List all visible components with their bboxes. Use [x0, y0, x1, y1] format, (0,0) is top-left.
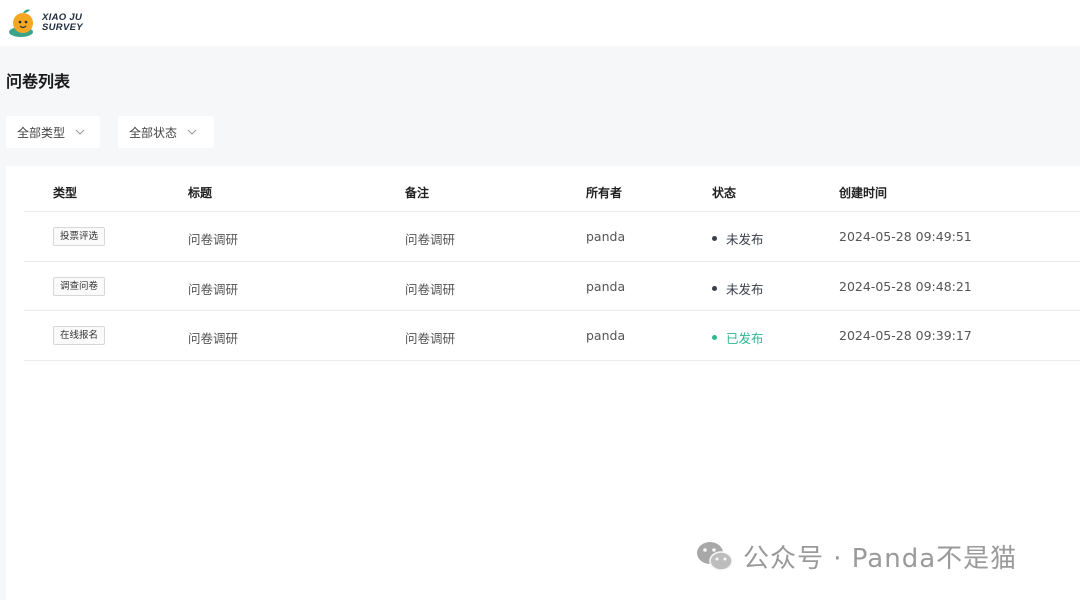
- survey-title: 问卷调研: [188, 282, 239, 297]
- survey-type-tag: 在线报名: [53, 326, 106, 345]
- type-filter-label: 全部类型: [17, 125, 66, 140]
- survey-owner: panda: [586, 229, 626, 244]
- status-dot: [712, 236, 717, 241]
- column-header-title: 标题: [188, 186, 213, 200]
- created-time: 2024-05-28 09:49:51: [839, 229, 972, 244]
- top-header: XIAO JU SURVEY: [0, 0, 1080, 46]
- wechat-icon: [697, 541, 733, 571]
- survey-title: 问卷调研: [188, 232, 239, 247]
- status-text: 已发布: [726, 331, 764, 346]
- survey-owner: panda: [586, 328, 626, 343]
- brand-logo[interactable]: XIAO JU SURVEY: [6, 6, 83, 40]
- survey-remark: 问卷调研: [405, 331, 456, 346]
- survey-owner: panda: [586, 279, 626, 294]
- chevron-down-icon: [187, 129, 197, 135]
- column-header-status: 状态: [712, 186, 737, 200]
- status-badge: 已发布: [712, 328, 764, 347]
- status-filter-label: 全部状态: [129, 125, 178, 140]
- page-title: 问卷列表: [6, 72, 71, 91]
- chevron-down-icon: [75, 129, 85, 135]
- column-header-type: 类型: [53, 186, 78, 200]
- watermark: 公众号 · Panda不是猫: [695, 538, 1017, 575]
- status-dot: [712, 335, 717, 340]
- row-divider: [24, 261, 1080, 262]
- header-divider: [24, 211, 1080, 212]
- row-divider: [24, 310, 1080, 311]
- status-text: 未发布: [726, 282, 764, 297]
- status-dot: [712, 286, 717, 291]
- status-badge: 未发布: [712, 229, 764, 248]
- brand-line-2: SURVEY: [42, 22, 83, 33]
- status-text: 未发布: [726, 232, 764, 247]
- survey-title: 问卷调研: [188, 331, 239, 346]
- created-time: 2024-05-28 09:39:17: [839, 328, 972, 343]
- brand-name: XIAO JU SURVEY: [42, 13, 83, 33]
- type-filter-dropdown[interactable]: 全部类型: [6, 116, 100, 148]
- status-badge: 未发布: [712, 279, 764, 298]
- survey-type-tag: 调查问卷: [53, 277, 106, 296]
- column-header-owner: 所有者: [586, 186, 623, 200]
- survey-type-tag: 投票评选: [53, 227, 106, 246]
- column-header-created: 创建时间: [839, 186, 888, 200]
- survey-remark: 问卷调研: [405, 282, 456, 297]
- orange-mascot-icon: [9, 9, 33, 37]
- watermark-text: 公众号 · Panda不是猫: [743, 544, 1018, 574]
- column-header-remark: 备注: [405, 186, 430, 200]
- row-divider: [24, 360, 1080, 361]
- survey-remark: 问卷调研: [405, 232, 456, 247]
- status-filter-dropdown[interactable]: 全部状态: [118, 116, 214, 148]
- created-time: 2024-05-28 09:48:21: [839, 279, 972, 294]
